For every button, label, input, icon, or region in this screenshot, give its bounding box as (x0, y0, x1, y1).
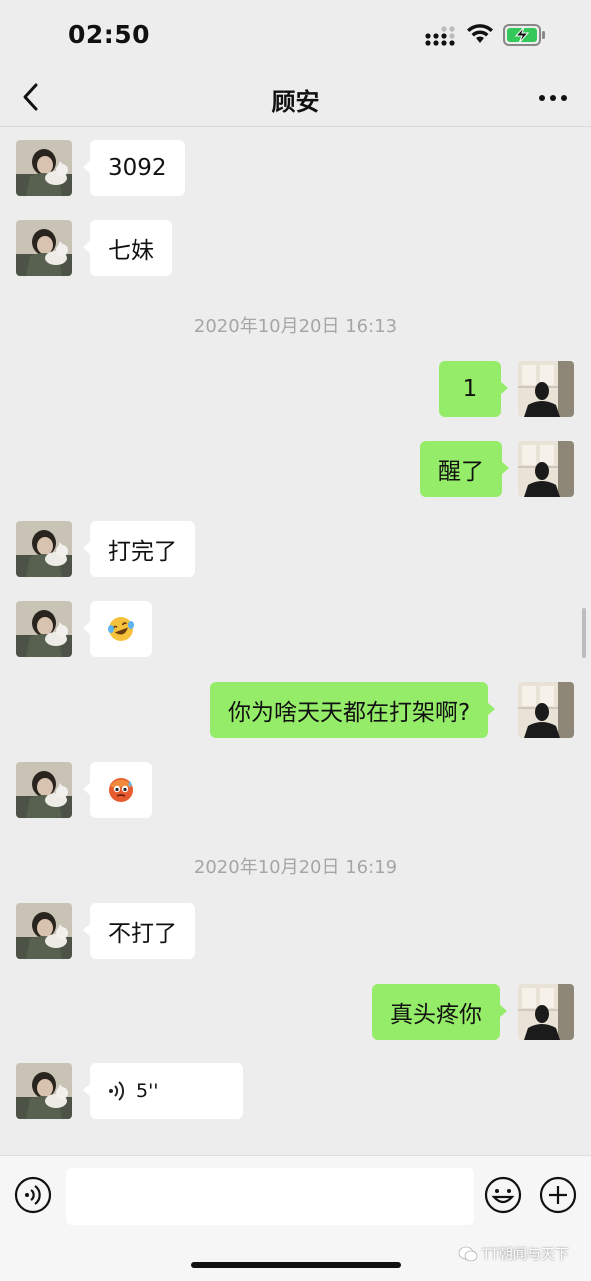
contact-avatar[interactable] (16, 903, 72, 959)
contact-avatar[interactable] (16, 521, 72, 577)
message-bubble[interactable]: 醒了 (420, 441, 509, 497)
contact-avatar[interactable] (16, 220, 72, 276)
status-bar: 02:50 (0, 0, 591, 70)
message-timestamp: 2020年10月20日 16:13 (193, 316, 398, 337)
watermark: TT朝闻与天下 (458, 1244, 569, 1264)
voice-input-icon[interactable] (14, 1176, 52, 1214)
home-indicator[interactable] (191, 1262, 401, 1268)
message-bubble[interactable]: 七妹 (83, 220, 172, 276)
sweating-pleading-face-icon (109, 778, 133, 802)
my-avatar[interactable] (518, 682, 574, 738)
chat-header: 顾安 (0, 70, 591, 127)
contact-avatar[interactable] (16, 140, 72, 196)
message-list[interactable]: 3092 七妹 2020年10月20日 16:13 1 醒了 打完了 你为啥天天… (0, 127, 591, 1155)
message-bubble[interactable] (83, 601, 152, 657)
contact-avatar[interactable] (16, 1063, 72, 1119)
emoji-icon[interactable] (484, 1176, 522, 1214)
contact-avatar[interactable] (16, 762, 72, 818)
voice-duration: 5'' (136, 1080, 159, 1102)
chat-title: 顾安 (271, 88, 320, 116)
message-bubble[interactable]: 真头疼你 (372, 984, 507, 1040)
message-input[interactable] (66, 1168, 474, 1225)
more-dots-icon[interactable] (537, 88, 569, 108)
status-time: 02:50 (68, 20, 151, 49)
watermark-text: TT朝闻与天下 (482, 1247, 569, 1263)
contact-avatar[interactable] (16, 601, 72, 657)
message-bubble[interactable] (83, 762, 152, 818)
message-bubble[interactable]: 3092 (83, 140, 185, 196)
my-avatar[interactable] (518, 441, 574, 497)
voice-message-bubble[interactable]: 5'' (83, 1063, 243, 1119)
message-timestamp: 2020年10月20日 16:19 (193, 857, 398, 878)
message-bubble[interactable]: 不打了 (83, 903, 195, 959)
my-avatar[interactable] (518, 361, 574, 417)
message-bubble[interactable]: 打完了 (83, 521, 195, 577)
wifi-icon (467, 24, 493, 43)
message-bubble[interactable]: 1 (439, 361, 508, 417)
battery-charging-icon (503, 24, 545, 46)
wechat-logo-icon (458, 1246, 478, 1262)
voice-wave-icon (109, 1081, 125, 1101)
scrollbar[interactable] (582, 608, 586, 658)
cellular-signal-icon (425, 26, 455, 46)
message-bubble[interactable]: 你为啥天天都在打架啊? (210, 682, 496, 738)
laughing-crying-face-icon (108, 617, 134, 641)
plus-icon[interactable] (539, 1176, 577, 1214)
my-avatar[interactable] (518, 984, 574, 1040)
